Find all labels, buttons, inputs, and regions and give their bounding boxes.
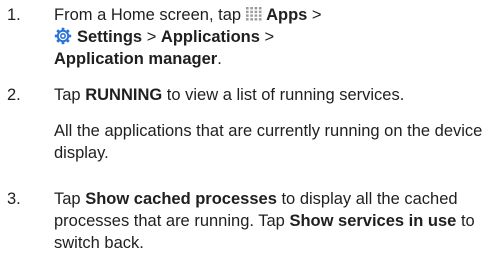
apps-grid-dot <box>254 18 258 21</box>
step-body: Tap Show cached processes to display all… <box>54 188 494 254</box>
show-services-in-use-label: Show services in use <box>289 212 457 230</box>
step-1-line-1: From a Home screen, tap Apps > <box>54 4 494 26</box>
apps-grid-dot <box>254 14 258 17</box>
step-1-line-2: Settings > Applications > <box>54 26 494 48</box>
step-number: 3. <box>7 190 21 208</box>
apps-label: Apps <box>266 6 308 24</box>
step-1-text: From a Home screen, tap <box>54 6 242 24</box>
step-2-note: All the applications that are currently … <box>54 122 483 162</box>
separator: > <box>311 6 322 24</box>
apps-grid-dot <box>246 18 249 21</box>
step-body: Tap RUNNING to view a list of running se… <box>54 84 494 164</box>
apps-grid-dot <box>250 10 253 14</box>
period: . <box>217 50 222 68</box>
applications-label: Applications <box>160 28 260 46</box>
apps-grid-dot <box>258 10 262 14</box>
running-label: RUNNING <box>85 86 163 104</box>
instruction-list: 1. From a Home screen, tap Apps > Settin… <box>0 0 497 274</box>
step-number: 2. <box>7 86 21 104</box>
apps-grid-dot <box>246 14 249 17</box>
apps-grid-dot <box>258 7 262 10</box>
apps-grid-dot <box>250 18 253 21</box>
apps-grid-dot <box>246 7 249 10</box>
apps-grid-dot <box>250 14 253 17</box>
separator: > <box>264 28 275 46</box>
separator: > <box>146 28 157 46</box>
step-body: From a Home screen, tap Apps > Settings … <box>54 4 494 70</box>
show-cached-processes-label: Show cached processes <box>85 190 277 208</box>
apps-grid-dot <box>250 7 253 10</box>
step-1-line-3: Application manager. <box>54 48 494 70</box>
settings-label: Settings <box>77 28 143 46</box>
apps-grid-dot <box>254 10 258 14</box>
apps-grid-dot <box>258 18 262 21</box>
apps-grid-dot <box>246 10 249 14</box>
apps-grid-dot <box>258 14 262 17</box>
step-3-text-block: Tap Show cached processes to display all… <box>54 188 484 254</box>
step-2-text: to view a list of running services. <box>166 86 405 104</box>
tap-text: Tap <box>54 86 81 104</box>
apps-grid-icon <box>245 6 263 22</box>
settings-gear-icon <box>54 27 72 45</box>
step-2-line: Tap RUNNING to view a list of running se… <box>54 84 494 106</box>
apps-grid-dot <box>254 7 258 10</box>
step-number: 1. <box>7 6 21 24</box>
tap-text: Tap <box>54 190 81 208</box>
application-manager-label: Application manager <box>54 50 218 68</box>
